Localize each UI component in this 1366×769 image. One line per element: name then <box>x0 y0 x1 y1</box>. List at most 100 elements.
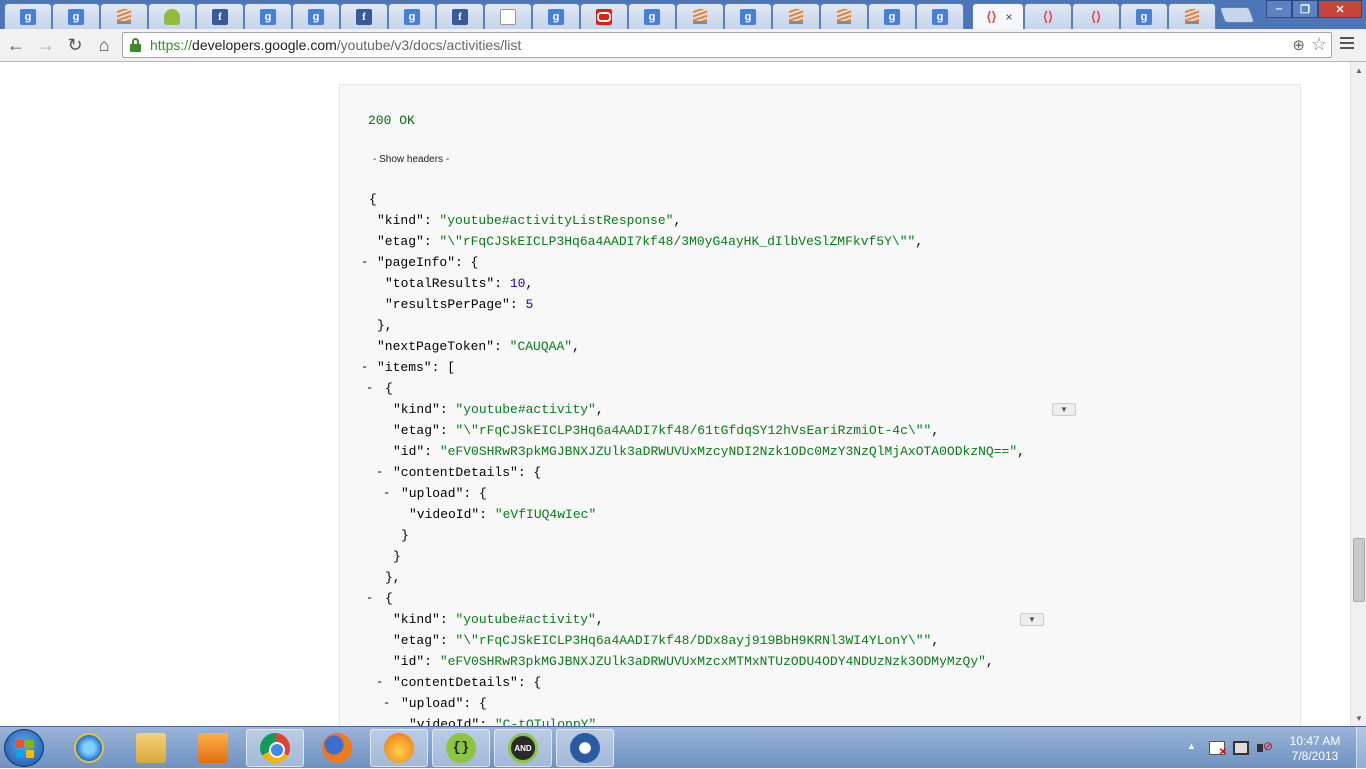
json-key: "etag" <box>393 423 440 438</box>
and-icon: AND <box>508 733 538 763</box>
tab-close-icon[interactable]: × <box>1005 10 1012 24</box>
json-key: "pageInfo" <box>377 255 456 270</box>
document-icon <box>500 8 516 25</box>
google-icon: g <box>932 8 948 25</box>
tab[interactable] <box>772 3 820 29</box>
tab[interactable]: ⟨⟩ <box>1072 3 1120 29</box>
google-icon: g <box>20 8 36 25</box>
show-desktop-button[interactable] <box>1356 727 1366 769</box>
json-punct: : { <box>517 675 542 690</box>
tab[interactable] <box>580 3 628 29</box>
close-window-button[interactable]: ✕ <box>1318 0 1362 18</box>
reload-button[interactable]: ↻ <box>63 33 87 57</box>
json-punct: : <box>439 633 456 648</box>
action-center-icon[interactable] <box>1209 741 1227 758</box>
tab[interactable]: g <box>52 3 100 29</box>
collapse-toggle-icon[interactable]: - <box>383 696 390 710</box>
json-line: }, <box>385 567 401 588</box>
tab[interactable]: f <box>196 3 244 29</box>
taskbar-flame-app[interactable] <box>370 729 428 767</box>
home-button[interactable]: ⌂ <box>92 33 116 57</box>
tab[interactable] <box>484 3 532 29</box>
collapse-toggle-icon[interactable]: - <box>361 360 368 374</box>
facebook-icon: f <box>356 8 372 25</box>
tab[interactable]: g <box>388 3 436 29</box>
item-menu-dropdown[interactable]: ▼ <box>1020 613 1044 626</box>
taskbar-firefox[interactable] <box>308 729 366 767</box>
taskbar-explorer[interactable] <box>122 729 180 767</box>
media-player-icon <box>198 733 228 763</box>
scroll-up-button[interactable]: ▲ <box>1351 62 1366 78</box>
new-tab-button[interactable] <box>1219 7 1255 23</box>
address-bar[interactable]: https://developers.google.com/youtube/v3… <box>122 32 1332 58</box>
zoom-icon[interactable]: ⊕ <box>1292 36 1305 54</box>
tab[interactable]: g <box>628 3 676 29</box>
item-menu-dropdown[interactable]: ▼ <box>1052 403 1076 416</box>
tray-expand-icon[interactable]: ▲ <box>1187 741 1196 751</box>
show-headers-link[interactable]: - Show headers - <box>373 154 449 165</box>
start-button[interactable] <box>4 729 44 767</box>
collapse-toggle-icon[interactable]: - <box>376 465 383 479</box>
taskbar-ie[interactable] <box>60 729 118 767</box>
json-line: "resultsPerPage": 5 <box>385 294 533 315</box>
tab[interactable]: g <box>4 3 52 29</box>
page-scrollbar[interactable]: ▲ ▼ <box>1350 62 1366 726</box>
bookmark-star-icon[interactable]: ☆ <box>1311 34 1327 55</box>
tab[interactable]: ⟨⟩ <box>1024 3 1072 29</box>
stackoverflow-icon <box>788 9 804 25</box>
tab[interactable] <box>820 3 868 29</box>
tab-active[interactable]: ⟨⟩ × <box>972 3 1024 29</box>
tab[interactable]: g <box>244 3 292 29</box>
json-trailing-comma: , <box>595 612 604 627</box>
json-line: "id": "eFV0SHRwR3pkMGJBNXJZUlk3aDRWUVUxM… <box>393 651 994 672</box>
taskbar-chrome[interactable] <box>246 729 304 767</box>
json-key: "kind" <box>393 402 440 417</box>
json-key: } <box>401 528 409 543</box>
tab[interactable]: g <box>292 3 340 29</box>
scroll-down-button[interactable]: ▼ <box>1351 710 1366 726</box>
json-trailing-comma: , <box>572 339 580 354</box>
tab[interactable]: f <box>436 3 484 29</box>
taskbar-thunderbird[interactable] <box>556 729 614 767</box>
google-developers-icon: ⟨⟩ <box>986 8 997 24</box>
tab[interactable] <box>676 3 724 29</box>
collapse-toggle-icon[interactable]: - <box>361 255 368 269</box>
json-line: "etag": "\"rFqCJSkEICLP3Hq6a4AADI7kf48/6… <box>393 420 939 441</box>
json-string-value: "youtube#activity" <box>455 402 596 417</box>
collapse-toggle-icon[interactable]: - <box>366 381 373 395</box>
chrome-menu-icon[interactable] <box>1340 37 1354 51</box>
tab[interactable] <box>100 3 148 29</box>
forward-button[interactable]: → <box>34 33 58 57</box>
tab[interactable]: g <box>916 3 964 29</box>
tab[interactable]: g <box>1120 3 1168 29</box>
flame-icon <box>384 733 414 763</box>
collapse-toggle-icon[interactable]: - <box>366 591 373 605</box>
json-line: "kind": "youtube#activity", <box>393 399 604 420</box>
tab[interactable]: g <box>532 3 580 29</box>
taskbar-media-player[interactable] <box>184 729 242 767</box>
json-punct: : <box>423 213 440 228</box>
json-punct: : { <box>517 465 542 480</box>
tab[interactable]: g <box>724 3 772 29</box>
tab[interactable] <box>1168 3 1216 29</box>
collapse-toggle-icon[interactable]: - <box>376 675 383 689</box>
system-clock[interactable]: 10:47 AM 7/8/2013 <box>1282 734 1348 764</box>
tab[interactable]: f <box>340 3 388 29</box>
url-text[interactable]: https://developers.google.com/youtube/v3… <box>150 37 521 53</box>
scroll-thumb[interactable] <box>1353 538 1365 602</box>
tab[interactable]: g <box>868 3 916 29</box>
volume-muted-icon[interactable] <box>1257 739 1273 755</box>
tab[interactable] <box>148 3 196 29</box>
json-trailing-comma: , <box>915 234 924 249</box>
network-icon[interactable] <box>1233 741 1249 755</box>
minimize-button[interactable]: ‒ <box>1266 0 1292 18</box>
json-line: "upload": { <box>401 483 487 504</box>
json-trailing-comma: , <box>931 633 940 648</box>
taskbar-brackets[interactable]: {} <box>432 729 490 767</box>
json-string-value: "CAUQAA" <box>509 339 573 354</box>
taskbar-android-app[interactable]: AND <box>494 729 552 767</box>
maximize-button[interactable]: ❐ <box>1292 0 1318 18</box>
collapse-toggle-icon[interactable]: - <box>383 486 390 500</box>
json-line: "etag": "\"rFqCJSkEICLP3Hq6a4AADI7kf48/D… <box>393 630 939 651</box>
back-button[interactable]: ← <box>4 33 28 57</box>
